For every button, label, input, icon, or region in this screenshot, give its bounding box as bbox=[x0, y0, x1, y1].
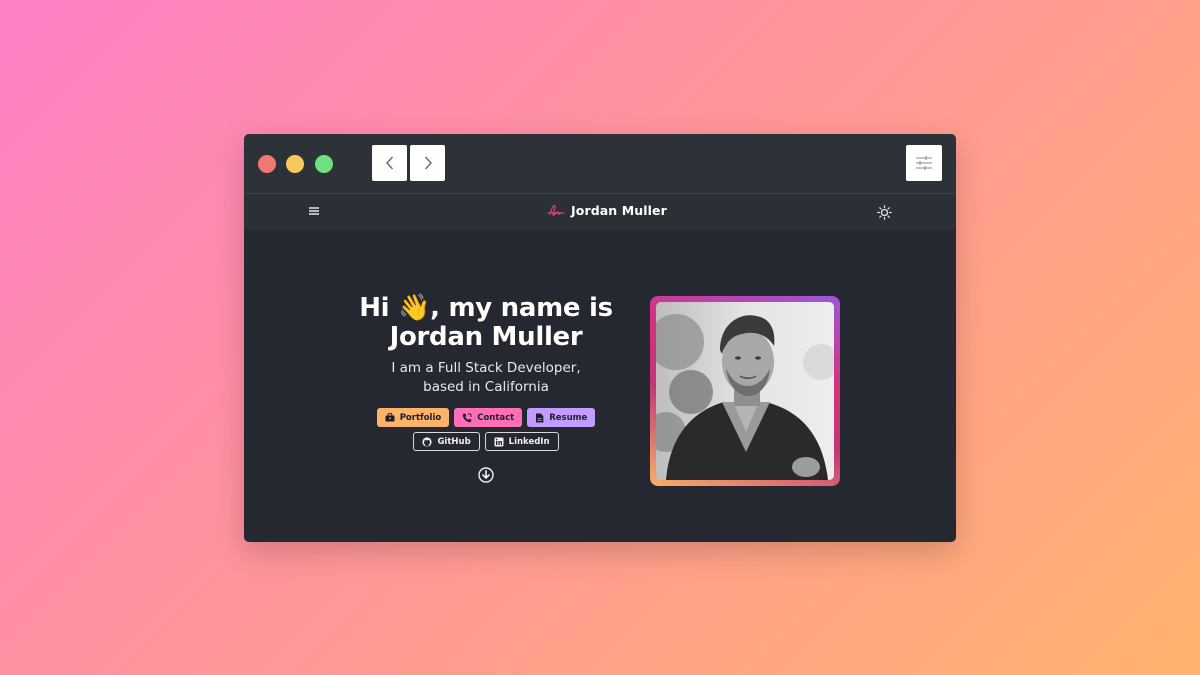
back-button[interactable] bbox=[372, 145, 407, 181]
phone-icon bbox=[463, 413, 472, 422]
github-label: GitHub bbox=[437, 436, 471, 447]
scroll-down-link[interactable] bbox=[344, 467, 628, 483]
contact-label: Contact bbox=[477, 412, 515, 423]
settings-button[interactable] bbox=[906, 145, 942, 181]
site-navbar: Jordan Muller bbox=[244, 194, 956, 231]
resume-button[interactable]: Resume bbox=[527, 408, 596, 427]
close-window-button[interactable] bbox=[258, 155, 276, 173]
tagline-line-2: based in California bbox=[423, 379, 549, 395]
hero-name: Jordan Muller bbox=[389, 322, 583, 352]
maximize-window-button[interactable] bbox=[315, 155, 333, 173]
window-titlebar bbox=[244, 134, 956, 194]
resume-label: Resume bbox=[549, 412, 588, 423]
tagline-line-1: I am a Full Stack Developer, bbox=[391, 360, 581, 376]
greeting-prefix: Hi bbox=[359, 293, 390, 323]
hero-tagline: I am a Full Stack Developer, based in Ca… bbox=[344, 359, 628, 397]
briefcase-icon bbox=[385, 413, 395, 422]
linkedin-button[interactable]: LinkedIn bbox=[484, 432, 559, 451]
minimize-window-button[interactable] bbox=[286, 155, 304, 173]
browser-window: Jordan Muller Hi 👋, my name is Jordan Mu… bbox=[244, 134, 956, 542]
wave-emoji: 👋 bbox=[398, 293, 431, 323]
hero-heading: Hi 👋, my name is Jordan Muller bbox=[344, 294, 628, 352]
chevron-left-icon bbox=[385, 156, 393, 170]
github-icon bbox=[422, 436, 433, 447]
linkedin-icon bbox=[494, 437, 504, 446]
sliders-icon bbox=[916, 156, 932, 170]
forward-button[interactable] bbox=[410, 145, 445, 181]
chevron-right-icon bbox=[424, 156, 432, 170]
brand-name: Jordan Muller bbox=[571, 202, 667, 218]
social-buttons: GitHub LinkedIn bbox=[344, 432, 628, 451]
signature-logo-icon bbox=[547, 204, 565, 216]
document-icon bbox=[536, 413, 544, 422]
hero-section: Hi 👋, my name is Jordan Muller I am a Fu… bbox=[344, 294, 628, 483]
arrow-down-circle-icon bbox=[478, 467, 494, 483]
brand-link[interactable]: Jordan Muller bbox=[547, 202, 667, 218]
portfolio-button[interactable]: Portfolio bbox=[376, 408, 450, 427]
primary-buttons: Portfolio Contact Resume bbox=[344, 408, 628, 427]
profile-photo-frame bbox=[650, 296, 840, 486]
github-button[interactable]: GitHub bbox=[413, 432, 480, 451]
greeting-suffix: , my name is bbox=[430, 293, 613, 323]
linkedin-label: LinkedIn bbox=[508, 436, 550, 447]
portfolio-label: Portfolio bbox=[399, 412, 442, 423]
portrait-photo bbox=[656, 302, 834, 480]
contact-button[interactable]: Contact bbox=[454, 408, 523, 427]
hamburger-menu-icon[interactable] bbox=[308, 206, 320, 216]
sun-icon[interactable] bbox=[877, 205, 892, 220]
